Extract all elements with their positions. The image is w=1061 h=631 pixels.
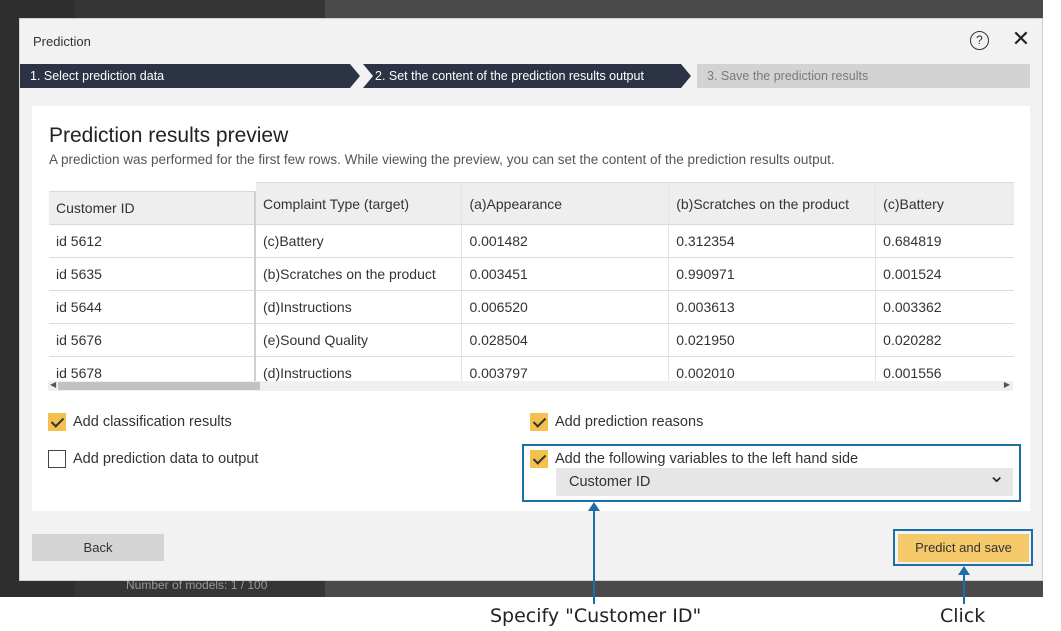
add-prediction-data-checkbox[interactable] <box>48 450 66 468</box>
results-table: Complaint Type (target) (a)Appearance (b… <box>256 182 1014 388</box>
arrow-line <box>593 510 595 604</box>
table-cell: 0.006520 <box>461 290 670 324</box>
table-cell: (b)Scratches on the product <box>256 257 463 291</box>
table-cell: (d)Instructions <box>256 290 463 324</box>
add-prediction-reasons-label: Add prediction reasons <box>555 414 704 430</box>
help-icon[interactable]: ? <box>970 31 989 50</box>
table-row: (d)Instructions 0.006520 0.003613 0.0033… <box>256 290 1014 324</box>
add-classification-results-label: Add classification results <box>73 414 232 430</box>
column-header: (a)Appearance <box>461 182 670 225</box>
annotation-specify-customer-id: Specify "Customer ID" <box>490 605 702 627</box>
table-row: (b)Scratches on the product 0.003451 0.9… <box>256 257 1014 291</box>
customer-id-cell: id 5612 <box>49 224 256 258</box>
table-cell: 0.003451 <box>461 257 670 291</box>
table-row: (e)Sound Quality 0.028504 0.021950 0.020… <box>256 323 1014 357</box>
table-row: id 5644 <box>49 290 256 324</box>
table-row: id 5676 <box>49 323 256 357</box>
customer-id-cell: id 5676 <box>49 323 256 357</box>
dialog-title: Prediction <box>33 34 91 49</box>
scrollbar-thumb[interactable] <box>58 382 260 390</box>
customer-id-cell: id 5644 <box>49 290 256 324</box>
table-cell: 0.021950 <box>668 323 877 357</box>
scroll-right-icon[interactable]: ▶ <box>1004 380 1010 389</box>
table-cell: 0.001524 <box>875 257 1014 291</box>
fixed-column-table: Customer ID id 5612 id 5635 id 5644 id 5… <box>49 191 256 390</box>
table-cell: 0.028504 <box>461 323 670 357</box>
table-cell: 0.990971 <box>668 257 877 291</box>
step-select-data[interactable]: 1. Select prediction data <box>20 64 360 88</box>
column-header: Complaint Type (target) <box>256 182 463 225</box>
table-cell: 0.001482 <box>461 224 670 258</box>
callout-variables-box <box>522 444 1021 502</box>
annotation-click: Click <box>940 605 986 627</box>
step-save-results: 3. Save the prediction results <box>697 64 1030 88</box>
column-header: (b)Scratches on the product <box>668 182 877 225</box>
results-table-scroll[interactable]: Complaint Type (target) (a)Appearance (b… <box>256 182 1014 388</box>
table-cell: 0.684819 <box>875 224 1014 258</box>
arrow-line <box>963 574 965 604</box>
table-row: id 5635 <box>49 257 256 291</box>
step-set-output[interactable]: 2. Set the content of the prediction res… <box>363 64 691 88</box>
table-cell: 0.003362 <box>875 290 1014 324</box>
callout-button-box <box>893 529 1033 566</box>
preview-subtitle: A prediction was performed for the first… <box>49 152 835 167</box>
table-cell: (c)Battery <box>256 224 463 258</box>
table-row: (c)Battery 0.001482 0.312354 0.684819 <box>256 224 1014 258</box>
customer-id-cell: id 5635 <box>49 257 256 291</box>
table-cell: (e)Sound Quality <box>256 323 463 357</box>
close-icon[interactable]: ✕ <box>1010 28 1032 50</box>
column-header: (c)Battery <box>875 182 1014 225</box>
add-classification-results-checkbox[interactable] <box>48 413 66 431</box>
table-cell: 0.020282 <box>875 323 1014 357</box>
scroll-left-icon[interactable]: ◀ <box>50 380 56 389</box>
preview-title: Prediction results preview <box>49 124 289 147</box>
add-prediction-reasons-checkbox[interactable] <box>530 413 548 431</box>
column-header-customer-id: Customer ID <box>49 191 256 225</box>
back-button[interactable]: Back <box>32 534 164 561</box>
table-cell: 0.312354 <box>668 224 877 258</box>
table-row: id 5612 <box>49 224 256 258</box>
table-cell: 0.003613 <box>668 290 877 324</box>
add-prediction-data-label: Add prediction data to output <box>73 451 259 467</box>
horizontal-scrollbar[interactable]: ◀ ▶ <box>48 380 1013 391</box>
